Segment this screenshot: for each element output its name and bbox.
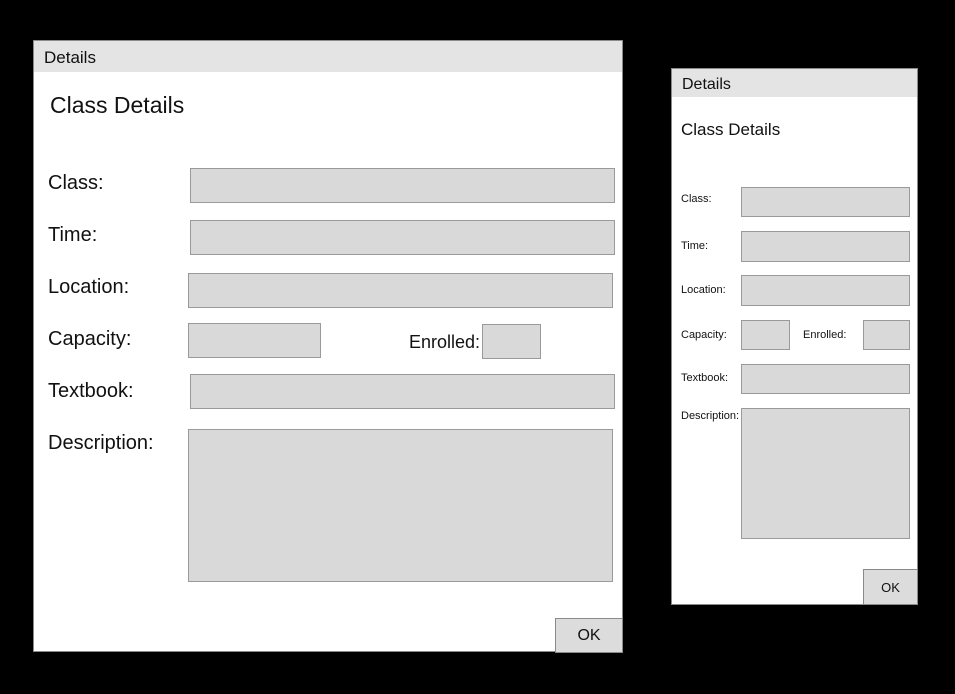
ok-button[interactable]: OK (863, 569, 918, 605)
class-input[interactable] (190, 168, 615, 203)
textbook-input[interactable] (741, 364, 910, 394)
class-label: Class: (681, 193, 712, 205)
class-label: Class: (48, 172, 104, 194)
location-label: Location: (681, 284, 726, 296)
ok-button-label: OK (577, 626, 601, 644)
capacity-label: Capacity: (48, 328, 132, 350)
location-label: Location: (48, 276, 130, 298)
capacity-input[interactable] (741, 320, 790, 350)
textbook-label: Textbook: (48, 380, 134, 402)
description-textarea[interactable] (741, 408, 910, 539)
title-bar[interactable]: Details (34, 41, 622, 72)
ok-button[interactable]: OK (555, 618, 623, 653)
time-input[interactable] (741, 231, 910, 262)
details-window-large: Details Class Details Class: Time: Locat… (33, 40, 623, 653)
capacity-label: Capacity: (681, 329, 727, 341)
time-input[interactable] (190, 220, 615, 255)
window-title: Details (44, 48, 96, 67)
textbook-label: Textbook: (681, 372, 729, 384)
textbook-input[interactable] (190, 374, 615, 409)
window-title: Details (682, 76, 731, 93)
enrolled-label: Enrolled: (803, 329, 847, 341)
page-title: Class Details (50, 92, 185, 118)
class-input[interactable] (741, 187, 910, 217)
details-window-small: Details Class Details Class: Time: Locat… (671, 68, 918, 605)
enrolled-label: Enrolled: (409, 332, 481, 352)
location-input[interactable] (188, 273, 613, 308)
description-label: Description: (48, 432, 154, 454)
time-label: Time: (48, 224, 98, 246)
title-bar[interactable]: Details (672, 69, 917, 97)
description-textarea[interactable] (188, 429, 613, 582)
description-label: Description: (681, 410, 740, 422)
page-title: Class Details (681, 120, 781, 139)
enrolled-input[interactable] (482, 324, 541, 359)
ok-button-label: OK (881, 579, 900, 595)
time-label: Time: (681, 240, 709, 252)
enrolled-input[interactable] (863, 320, 910, 350)
location-input[interactable] (741, 275, 910, 306)
capacity-input[interactable] (188, 323, 321, 358)
